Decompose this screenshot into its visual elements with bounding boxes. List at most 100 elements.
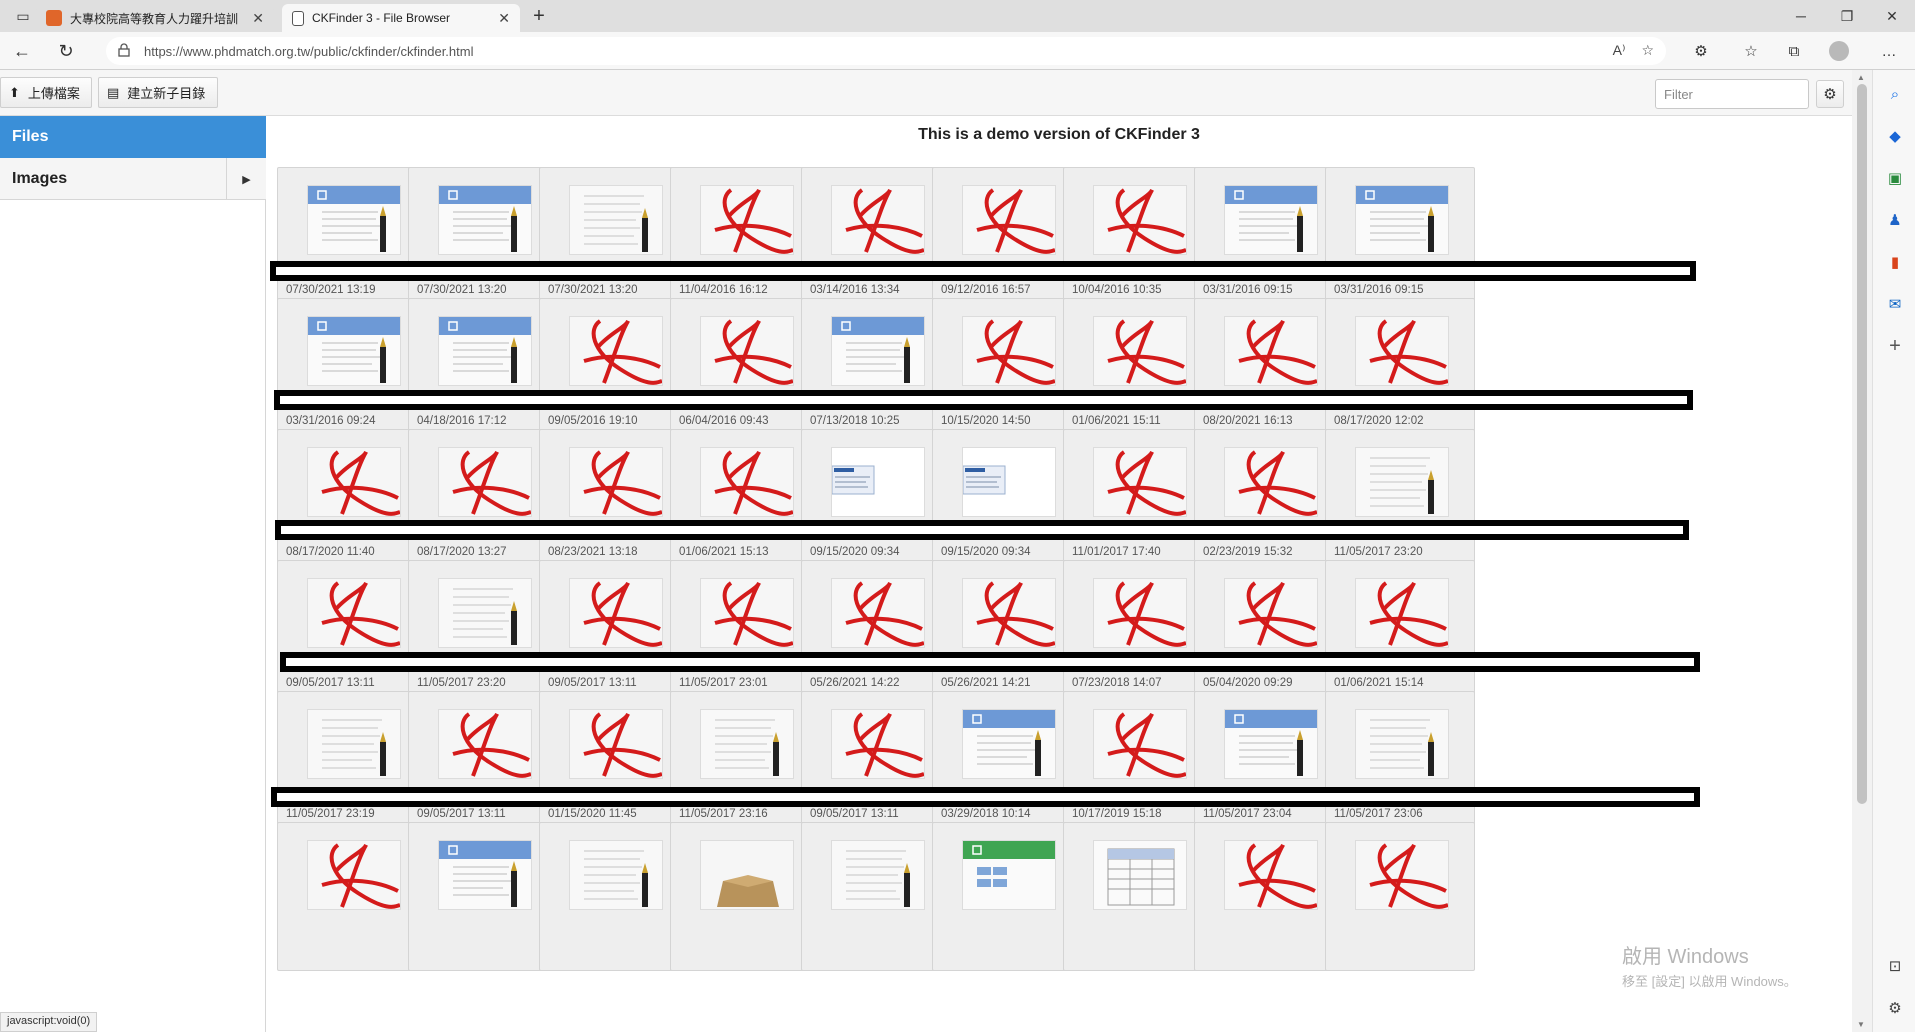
folder-images[interactable]: Images ▶: [0, 158, 266, 200]
file-item[interactable]: [1194, 822, 1344, 971]
file-item[interactable]: 03/29/2018 10:1424.0 KB: [932, 691, 1082, 840]
restore-icon[interactable]: ❐: [1824, 0, 1870, 32]
favorite-star-icon[interactable]: ☆: [1641, 42, 1654, 59]
file-item[interactable]: 11/05/2017 23:1914.0 KB: [277, 691, 427, 840]
file-item[interactable]: [408, 822, 558, 971]
doc-blue-file-icon: [307, 316, 401, 386]
profile-avatar-icon[interactable]: [1828, 40, 1850, 62]
file-date: 11/01/2017 17:40: [1072, 546, 1161, 558]
minimize-icon[interactable]: ─: [1778, 0, 1824, 32]
file-item[interactable]: 09/15/2020 09:34757.0 KB: [801, 429, 951, 578]
file-item[interactable]: [277, 822, 427, 971]
file-item[interactable]: 08/17/2020 13:277.8 MB: [408, 429, 558, 578]
close-tab-icon[interactable]: ✕: [498, 10, 510, 27]
file-item[interactable]: 05/26/2021 14:212.0 MB: [932, 560, 1082, 709]
file-item[interactable]: 01/06/2021 15:13147.0 KB: [670, 429, 820, 578]
file-item[interactable]: 05/26/2021 14:221.0 MB: [801, 560, 951, 709]
file-item[interactable]: 08/20/2021 16:132.5 MB: [1194, 298, 1344, 447]
file-item[interactable]: 07/30/2021 13:2049.0 KB: [539, 167, 689, 316]
file-item[interactable]: [1063, 822, 1213, 971]
settings-gear-icon[interactable]: ⚙: [1816, 80, 1844, 108]
file-item[interactable]: [539, 822, 689, 971]
browser-tab-phdmatch[interactable]: 大專校院高等教育人力躍升培訓 ✕: [36, 4, 274, 32]
file-item[interactable]: 07/13/2018 10:2558.0 KB: [801, 298, 951, 447]
close-tab-icon[interactable]: ✕: [252, 10, 264, 27]
file-item[interactable]: 07/23/2018 14:07167.0 KB: [1063, 560, 1213, 709]
browser-tab-ckfinder[interactable]: CKFinder 3 - File Browser ✕: [282, 4, 520, 32]
file-item[interactable]: 10/04/2016 10:355.4 MB: [1063, 167, 1213, 316]
folder-files[interactable]: Files: [0, 116, 266, 158]
file-item[interactable]: 02/23/2019 15:322.2 MB: [1194, 429, 1344, 578]
scroll-down-icon[interactable]: ▼: [1857, 1020, 1865, 1029]
sidebar-layout-icon[interactable]: ⊡: [1885, 956, 1905, 976]
outlook-icon[interactable]: ✉: [1885, 294, 1905, 314]
file-item[interactable]: 09/05/2017 13:11138.0 KB: [539, 560, 689, 709]
back-icon[interactable]: ←: [8, 38, 36, 64]
extensions-icon[interactable]: ⚙: [1690, 40, 1712, 62]
upload-button[interactable]: ⬆ 上傳檔案: [0, 77, 92, 108]
add-sidebar-app-icon[interactable]: +: [1885, 335, 1905, 357]
file-item[interactable]: 09/05/2017 13:11137.0 KB: [277, 560, 427, 709]
search-icon[interactable]: ⌕: [1885, 84, 1905, 104]
file-item[interactable]: 08/17/2020 12:023.5 MB: [1325, 298, 1475, 447]
file-item[interactable]: 07/30/2021 13:1955.0 KB: [277, 167, 427, 316]
file-item[interactable]: 11/05/2017 23:013.4 MB: [670, 560, 820, 709]
file-item[interactable]: 08/23/2021 13:189.5 MB: [539, 429, 689, 578]
file-item[interactable]: 03/14/2016 13:345.8 MB: [801, 167, 951, 316]
scroll-up-icon[interactable]: ▲: [1857, 73, 1865, 82]
file-item[interactable]: 06/04/2016 09:434.3 MB: [670, 298, 820, 447]
page-scrollbar[interactable]: ▲ ▼: [1852, 70, 1872, 1032]
shopping-tag-icon[interactable]: ◆: [1885, 126, 1905, 146]
file-item[interactable]: [1325, 822, 1475, 971]
file-item[interactable]: 01/06/2021 15:114.8 MB: [1063, 298, 1213, 447]
more-menu-icon[interactable]: …: [1878, 40, 1900, 62]
collections-icon[interactable]: ⧉: [1783, 40, 1805, 62]
file-item[interactable]: 11/01/2017 17:4018.4 MB: [1063, 429, 1213, 578]
file-item[interactable]: 10/15/2020 14:504.3 MB: [932, 298, 1082, 447]
tools-briefcase-icon[interactable]: ▣: [1885, 168, 1905, 188]
file-item[interactable]: 11/05/2017 23:2014.0 KB: [1325, 429, 1475, 578]
file-item[interactable]: 08/17/2020 11:408.1 MB: [277, 429, 427, 578]
games-icon[interactable]: ♟: [1885, 210, 1905, 230]
pdf-file-icon: [438, 447, 532, 517]
close-window-icon[interactable]: ✕: [1869, 0, 1915, 32]
office-icon[interactable]: ▮: [1885, 252, 1905, 272]
read-aloud-icon[interactable]: A⁾: [1613, 42, 1626, 59]
url-field[interactable]: https://www.phdmatch.org.tw/public/ckfin…: [106, 37, 1666, 65]
sheet-file-icon: [962, 840, 1056, 910]
file-item[interactable]: 11/05/2017 23:0450.0 KB: [1194, 691, 1344, 840]
file-item[interactable]: 11/04/2016 16:12429.0 KB: [670, 167, 820, 316]
file-date: 09/05/2017 13:11: [548, 677, 637, 689]
file-item[interactable]: 03/31/2016 09:1518.0 KB: [1325, 167, 1475, 316]
new-tab-icon[interactable]: +: [516, 0, 562, 32]
doc-blue-file-icon: [438, 185, 532, 255]
favorites-icon[interactable]: ☆: [1740, 40, 1762, 62]
file-item[interactable]: 03/31/2016 09:24143.0 KB: [277, 298, 427, 447]
file-item[interactable]: 11/05/2017 23:2014.0 KB: [408, 560, 558, 709]
file-item[interactable]: 09/05/2017 13:1160.0 KB: [801, 691, 951, 840]
file-item[interactable]: 04/18/2016 17:12148.0 KB: [408, 298, 558, 447]
file-date: 09/05/2017 13:11: [286, 677, 375, 689]
file-item[interactable]: 03/31/2016 09:15223.0 KB: [1194, 167, 1344, 316]
file-item[interactable]: [801, 822, 951, 971]
file-item[interactable]: [670, 822, 820, 971]
sidebar-settings-icon[interactable]: ⚙: [1885, 998, 1905, 1018]
new-folder-button[interactable]: ▤ 建立新子目錄: [98, 77, 218, 108]
scrollbar-thumb[interactable]: [1857, 84, 1867, 804]
file-item[interactable]: 09/12/2016 16:576.5 MB: [932, 167, 1082, 316]
ckfinder-toolbar: ⬆ 上傳檔案 ▤ 建立新子目錄 ⚙: [0, 70, 1852, 116]
refresh-icon[interactable]: ↻: [52, 38, 80, 64]
file-item[interactable]: 09/15/2020 09:34757.0 KB: [932, 429, 1082, 578]
filter-input[interactable]: [1655, 79, 1809, 109]
file-item[interactable]: 01/06/2021 15:1411.0 KB: [1325, 560, 1475, 709]
file-item[interactable]: 09/05/2017 13:11134.0 KB: [408, 691, 558, 840]
file-item[interactable]: 09/05/2016 19:10169.0 KB: [539, 298, 689, 447]
file-item[interactable]: 10/17/2019 15:18737.0 KB: [1063, 691, 1213, 840]
expand-arrow-icon[interactable]: ▶: [226, 158, 266, 200]
file-item[interactable]: 05/04/2020 09:2974.0 KB: [1194, 560, 1344, 709]
file-item[interactable]: 01/15/2020 11:45206.0 KB: [539, 691, 689, 840]
file-item[interactable]: 11/05/2017 23:0618.0 KB: [1325, 691, 1475, 840]
file-item[interactable]: [932, 822, 1082, 971]
file-item[interactable]: 07/30/2021 13:2055.0 KB: [408, 167, 558, 316]
file-item[interactable]: 11/05/2017 23:1614.0 KB: [670, 691, 820, 840]
